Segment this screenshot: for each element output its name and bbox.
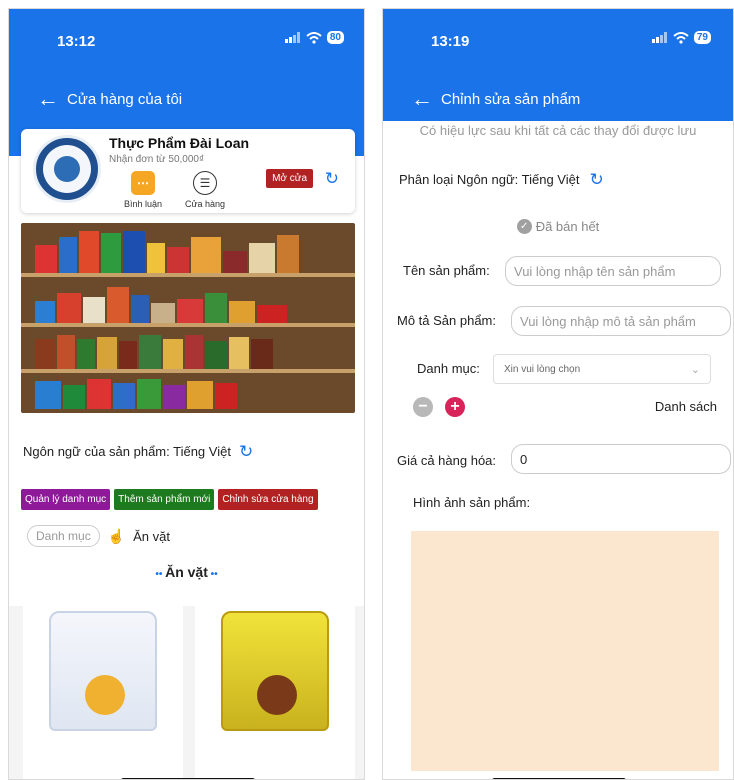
price-input[interactable]: 0 [511,444,731,474]
status-bar: 13:19 79 [383,9,733,77]
edit-product-screen: 13:19 79 ← Chỉnh sửa sản phẩm Có hiệu lự… [382,8,734,780]
sold-out-label: Đã bán hết [535,219,600,234]
back-arrow-icon[interactable]: ← [37,88,59,110]
store-photo [21,223,355,413]
add-category-button[interactable]: + [445,397,465,417]
product-image [221,611,329,731]
remove-category-button[interactable]: − [413,397,433,417]
nav-title: Cửa hàng của tôi [67,90,183,108]
comment-icon: ⋯ [131,171,155,195]
section-header: •• Ăn vặt •• [9,564,364,580]
product-description-label: Mô tả Sản phẩm: [397,313,496,328]
status-bar: 13:12 80 [9,9,364,77]
shop-button[interactable]: ☰ Cửa hàng [175,171,235,209]
store-screen: 13:12 80 ← Cửa hàng của tôi Thực Phẩm Đà… [8,8,365,780]
comment-label: Bình luận [123,199,163,209]
language-refresh-icon[interactable]: ↻ [589,171,603,188]
signal-icon [284,32,300,43]
category-select[interactable]: Xin vui lòng chọn ⌄ [493,354,711,384]
product-image-label: Hình ảnh sản phẩm: [413,495,531,510]
status-icons: 79 [651,31,711,44]
store-min-order: Nhận đơn từ 50,000₫ [109,154,205,165]
category-tag-snacks[interactable]: Ăn vặt [133,529,170,544]
chevron-down-icon: ⌄ [690,363,700,376]
management-buttons: Quản lý danh mục Thêm sản phẩm mới Chỉnh… [21,489,358,510]
wifi-icon [306,31,322,44]
product-card[interactable] [23,593,183,779]
battery-indicator: 79 [693,31,711,44]
open-store-button[interactable]: Mở cửa [266,169,313,188]
category-select-value: Xin vui lòng chọn [504,363,581,375]
language-refresh-icon[interactable]: ↻ [239,443,253,460]
pointing-hand-icon: ☝ [107,527,126,544]
language-classification-label: Phân loại Ngôn ngữ: Tiếng Việt [399,172,580,187]
dots-decoration-icon: •• [155,569,166,580]
product-image [49,611,157,731]
status-time: 13:19 [431,33,470,50]
category-label: Danh mục: [417,361,480,376]
nav-title: Chỉnh sửa sản phẩm [441,90,581,108]
list-link[interactable]: Danh sách [655,399,717,414]
status-time: 13:12 [57,33,96,50]
product-name-input[interactable]: Vui lòng nhập tên sản phẩm [505,256,721,286]
product-language-row: Ngôn ngữ của sản phẩm: Tiếng Việt ↻ [23,443,253,460]
plus-icon: + [450,398,460,415]
product-name-label: Tên sản phẩm: [403,263,490,278]
product-description-input[interactable]: Vui lòng nhập mô tả sản phẩm [511,306,731,336]
refresh-icon[interactable]: ↻ [325,170,339,187]
language-classification-row: Phân loại Ngôn ngữ: Tiếng Việt ↻ [399,171,604,188]
minus-icon: − [418,398,428,415]
battery-indicator: 80 [326,31,344,44]
nav-bar: ← Cửa hàng của tôi [9,77,364,121]
product-card[interactable] [195,593,355,779]
dots-decoration-icon: •• [207,569,218,580]
edit-store-button[interactable]: Chỉnh sửa cửa hàng [218,489,318,510]
category-pill[interactable]: Danh mục [27,525,100,547]
back-arrow-icon[interactable]: ← [411,88,433,110]
menu-list-icon: ☰ [193,171,217,195]
check-circle-icon: ✓ [516,219,532,234]
product-image-upload[interactable] [411,531,719,771]
category-filter-row: Danh mục ☝ Ăn vặt [27,525,170,547]
section-title: Ăn vặt [165,564,208,580]
store-name: Thực Phẩm Đài Loan [109,135,250,151]
product-language-label: Ngôn ngữ của sản phẩm: Tiếng Việt [23,444,231,459]
store-card: Thực Phẩm Đài Loan Nhận đơn từ 50,000₫ ⋯… [21,129,355,213]
signal-icon [651,32,667,43]
store-logo [33,135,101,203]
add-product-button[interactable]: Thêm sản phẩm mới [114,489,215,510]
manage-categories-button[interactable]: Quản lý danh mục [21,489,111,510]
comment-button[interactable]: ⋯ Bình luận [113,171,173,209]
wifi-icon [673,31,689,44]
sold-out-toggle[interactable]: ✓ Đã bán hết [383,219,733,234]
save-notice: Có hiệu lực sau khi tất cả các thay đổi … [419,123,697,138]
status-icons: 80 [284,31,344,44]
shop-label: Cửa hàng [184,199,226,209]
nav-bar: ← Chỉnh sửa sản phẩm [383,77,733,121]
price-label: Giá cả hàng hóa: [397,453,497,468]
